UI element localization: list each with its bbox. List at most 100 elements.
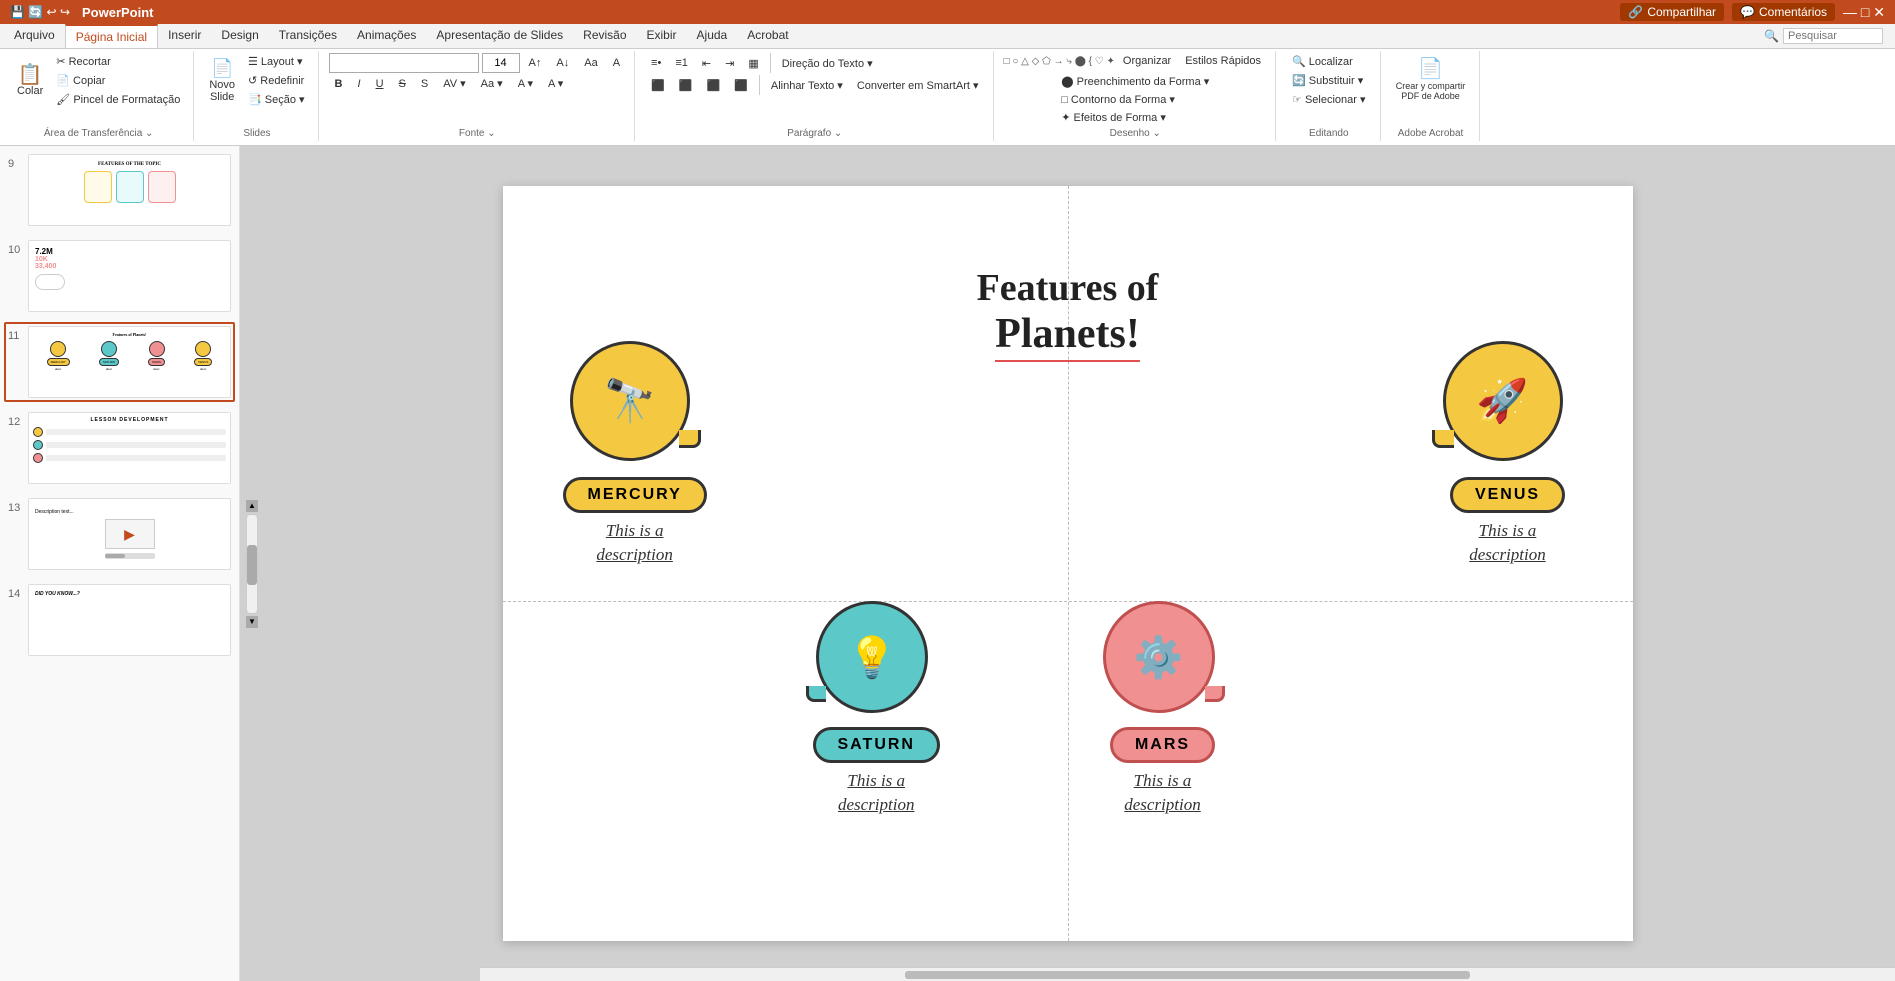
align-justify-button[interactable]: ⬛: [728, 77, 754, 94]
copy-button[interactable]: 📄 Copiar: [51, 72, 185, 89]
select-button[interactable]: ☞ Selecionar ▾: [1286, 91, 1371, 108]
font-size-input[interactable]: [482, 53, 520, 73]
tab-apresentacao[interactable]: Apresentação de Slides: [426, 24, 573, 48]
comments-label: Comentários: [1759, 5, 1827, 19]
cut-button[interactable]: ✂ Recortar: [51, 53, 185, 70]
mars-label[interactable]: MARS: [1110, 727, 1215, 763]
tab-animacoes[interactable]: Animações: [347, 24, 426, 48]
share-button[interactable]: 🔗 Compartilhar: [1620, 3, 1724, 21]
mercury-label[interactable]: MERCURY: [563, 477, 707, 513]
shapes-bar: □ ○ △ ◇ ⬠ → ⤷ ⬤ { ♡ ✦: [1004, 56, 1115, 67]
slide-thumbnail-10[interactable]: 10 7.2M 10K 33,400: [4, 236, 235, 316]
scroll-up-button[interactable]: ▲: [246, 500, 258, 512]
fill-button[interactable]: ⬤ Preenchimento da Forma ▾: [1055, 73, 1215, 90]
title-line1: Features of: [808, 266, 1328, 310]
adobe-group: 📄 Crear y compartir PDF de Adobe Adobe A…: [1383, 51, 1480, 141]
find-button[interactable]: 🔍 Localizar: [1286, 53, 1371, 70]
section-button[interactable]: 📑 Seção ▾: [243, 91, 310, 108]
slide-thumbnail-9[interactable]: 9 FEATURES OF THE TOPIC: [4, 150, 235, 230]
italic-button[interactable]: I: [352, 76, 367, 92]
align-center-button[interactable]: ⬛: [673, 77, 699, 94]
underline-button[interactable]: U: [370, 76, 390, 92]
align-left-button[interactable]: ⬛: [645, 77, 671, 94]
slide-thumbnail-11[interactable]: 11 Features of Planets! MERCURY desc SAT…: [4, 322, 235, 402]
shadow-button[interactable]: S: [415, 76, 434, 92]
drawing-label: Desenho ⌄: [1110, 128, 1161, 139]
outline-button[interactable]: □ Contorno da Forma ▾: [1055, 91, 1215, 108]
tab-arquivo[interactable]: Arquivo: [4, 24, 65, 48]
slides-panel: 9 FEATURES OF THE TOPIC 10 7.2M 10K: [0, 146, 240, 981]
highlight-button[interactable]: A ▾: [542, 75, 569, 92]
saturn-icon: 💡: [847, 634, 897, 681]
slide-title: Features of Planets!: [808, 266, 1328, 362]
comments-button[interactable]: 💬 Comentários: [1732, 3, 1835, 21]
scroll-down-button[interactable]: ▼: [246, 616, 258, 628]
format-painter-button[interactable]: 🖌 Pincel de Formatação: [51, 91, 185, 108]
organize-button[interactable]: Organizar: [1117, 53, 1177, 69]
dec-indent-button[interactable]: ⇤: [696, 55, 717, 72]
ribbon-body: 📋 Colar ✂ Recortar 📄 Copiar 🖌 Pincel de …: [0, 49, 1895, 146]
text-direction-button[interactable]: Direção do Texto ▾: [776, 55, 879, 72]
mercury-icon: 🔭: [603, 377, 655, 426]
tab-exibir[interactable]: Exibir: [637, 24, 687, 48]
ribbon-tabs: Arquivo Página Inicial Inserir Design Tr…: [0, 24, 1895, 49]
title-bar-right: 🔗 Compartilhar 💬 Comentários — □ ✕: [1620, 3, 1885, 21]
slide-thumbnail-13[interactable]: 13 Description text... ▶: [4, 494, 235, 574]
font-color-button[interactable]: A ▾: [512, 75, 539, 92]
app-title: PowerPoint: [82, 5, 154, 20]
font-label: Fonte ⌄: [459, 128, 496, 139]
tab-ajuda[interactable]: Ajuda: [687, 24, 738, 48]
font-family-input[interactable]: [329, 53, 479, 73]
numbering-button[interactable]: ≡1: [669, 55, 694, 71]
clear-format-button[interactable]: Aa: [578, 55, 603, 71]
planet-saturn: 💡 SATURN This is adescription: [813, 601, 940, 817]
paste-button[interactable]: 📋 Colar: [12, 62, 48, 100]
planet-mercury: 🔭 MERCURY This is adescription: [563, 341, 707, 567]
tab-design[interactable]: Design: [211, 24, 268, 48]
venus-label[interactable]: VENUS: [1450, 477, 1565, 513]
planet-mars: ⚙️ MARS This is adescription: [1103, 601, 1223, 817]
quick-styles-button[interactable]: Estilos Rápidos: [1179, 53, 1267, 69]
strikethrough-button[interactable]: S: [393, 76, 412, 92]
layout-button[interactable]: ☰ Layout ▾: [243, 53, 310, 70]
replace-button[interactable]: 🔄 Substituir ▾: [1286, 72, 1371, 89]
bullets-button[interactable]: ≡•: [645, 55, 667, 71]
horizontal-scrollbar[interactable]: [480, 967, 1895, 981]
reset-button[interactable]: ↺ Redefinir: [243, 72, 310, 89]
title-line2: Planets!: [995, 310, 1140, 362]
new-slide-button[interactable]: 📄 Novo Slide: [204, 55, 240, 106]
planet-venus: 🚀 VENUS This is adescription: [1443, 341, 1573, 567]
slides-label: Slides: [243, 128, 270, 139]
slide-thumbnail-14[interactable]: 14 DID YOU KNOW...?: [4, 580, 235, 660]
font-extra-button[interactable]: A: [607, 55, 626, 71]
tab-inserir[interactable]: Inserir: [158, 24, 211, 48]
bold-button[interactable]: B: [329, 76, 349, 92]
smartart-button[interactable]: Converter em SmartArt ▾: [851, 77, 985, 94]
font-group: A↑ A↓ Aa A B I U S S AV ▾ Aa ▾ A ▾ A ▾ F…: [321, 51, 636, 141]
decrease-font-button[interactable]: A↓: [550, 55, 575, 71]
tab-revisao[interactable]: Revisão: [573, 24, 636, 48]
increase-font-button[interactable]: A↑: [523, 55, 548, 71]
inc-indent-button[interactable]: ⇥: [719, 55, 740, 72]
tab-acrobat[interactable]: Acrobat: [737, 24, 798, 48]
share-label: Compartilhar: [1647, 5, 1716, 19]
char-spacing-button[interactable]: AV ▾: [437, 75, 471, 92]
clipboard-group: 📋 Colar ✂ Recortar 📄 Copiar 🖌 Pincel de …: [4, 51, 194, 141]
align-text-button[interactable]: Alinhar Texto ▾: [765, 77, 849, 94]
title-bar-left: 💾 🔄 ↩ ↪ PowerPoint: [10, 5, 154, 20]
slides-group: 📄 Novo Slide ☰ Layout ▾ ↺ Redefinir 📑 Se…: [196, 51, 318, 141]
align-right-button[interactable]: ⬛: [700, 77, 726, 94]
change-case-button[interactable]: Aa ▾: [475, 75, 509, 92]
adobe-pdf-button[interactable]: 📄 Crear y compartir PDF de Adobe: [1391, 53, 1471, 104]
cols-button[interactable]: ▦: [742, 55, 764, 72]
effects-button[interactable]: ✦ Efeitos de Forma ▾: [1055, 109, 1215, 126]
slide-thumbnail-12[interactable]: 12 LESSON DEVELOPMENT: [4, 408, 235, 488]
mercury-description: This is adescription: [596, 519, 673, 567]
search-input[interactable]: [1783, 28, 1883, 44]
venus-description: This is adescription: [1469, 519, 1546, 567]
editing-label: Editando: [1309, 128, 1348, 139]
saturn-label[interactable]: SATURN: [813, 727, 940, 763]
grid-line-horizontal: [503, 601, 1633, 602]
tab-pagina-inicial[interactable]: Página Inicial: [65, 24, 158, 48]
tab-transicoes[interactable]: Transições: [269, 24, 347, 48]
